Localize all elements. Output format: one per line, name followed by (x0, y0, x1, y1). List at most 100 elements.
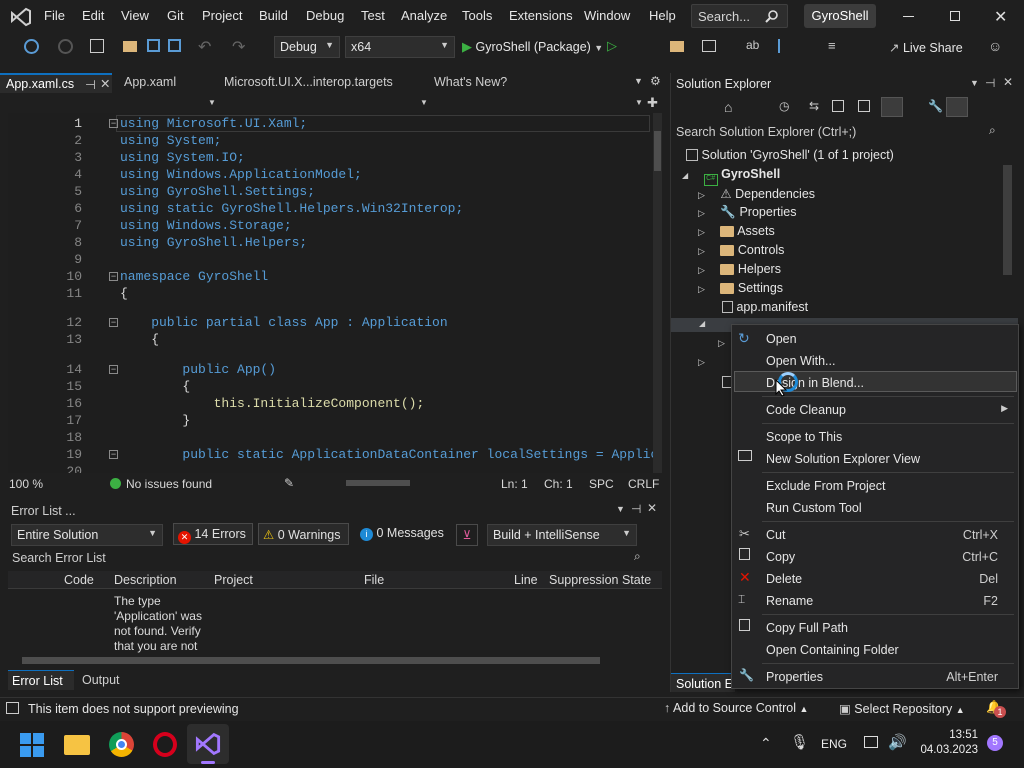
microphone-icon[interactable]: 🎙 (790, 733, 809, 751)
menu-item-scope-to-this[interactable]: Scope to This (766, 430, 842, 444)
folder-icon[interactable] (670, 41, 684, 52)
layout-icon[interactable] (702, 40, 716, 52)
format-icon[interactable]: ab (746, 38, 759, 52)
menu-git[interactable]: Git (167, 8, 184, 23)
pin-icon[interactable]: ⊣ (985, 76, 995, 90)
error-search-input[interactable]: Search Error List ⌕ (8, 549, 662, 567)
fold-toggle-icon[interactable]: − (109, 318, 118, 327)
open-folder-icon[interactable] (123, 41, 137, 52)
tree-item-assets[interactable]: ▷ Assets (698, 224, 775, 238)
network-icon[interactable] (864, 736, 878, 748)
tree-item-controls[interactable]: ▷ Controls (698, 243, 784, 257)
menu-item-delete[interactable]: Delete (766, 572, 802, 586)
split-icon[interactable]: ✚ (647, 95, 658, 111)
tab-app-xaml-cs[interactable]: App.xaml.cs ⊣ ✕ (0, 73, 112, 93)
menu-debug[interactable]: Debug (306, 8, 344, 23)
preview-toggle-icon[interactable] (946, 97, 968, 117)
new-project-icon[interactable] (90, 39, 104, 53)
windows-start-icon[interactable] (20, 733, 44, 757)
volume-icon[interactable]: 🔊 (888, 733, 907, 751)
whitespace-indicator[interactable]: SPC (589, 477, 614, 491)
menu-item-copy[interactable]: Copy (766, 550, 795, 564)
code-editor[interactable]: 1 2 3 4 5 6 7 8 9 10 11 12 13 14 15 16 1… (8, 113, 662, 473)
panel-menu-icon[interactable]: ▼ (970, 78, 979, 88)
notification-badge[interactable]: 5 (987, 735, 1003, 751)
close-tab-icon[interactable]: ✕ (100, 76, 110, 91)
column-code[interactable]: Code (64, 573, 94, 587)
panel-menu-icon[interactable]: ▼ (616, 504, 625, 514)
issues-status[interactable]: No issues found (126, 477, 212, 491)
menu-item-properties[interactable]: Properties (766, 670, 823, 684)
redo-icon[interactable]: ↷ (232, 37, 245, 57)
notifications-button[interactable]: 🔔 1 (986, 700, 1006, 718)
project-node[interactable]: ◢ C# GyroShell (682, 167, 780, 186)
language-indicator[interactable]: ENG (821, 737, 847, 751)
column-file[interactable]: File (364, 573, 384, 587)
type-dropdown[interactable]: ▼ (208, 98, 216, 107)
tab-error-list[interactable]: Error List ... (8, 670, 74, 702)
menu-item-rename[interactable]: Rename (766, 594, 813, 608)
add-to-source-control-button[interactable]: ↑ Add to Source Control ▲ (664, 701, 808, 715)
vertical-scrollbar[interactable] (653, 113, 662, 473)
messages-filter-button[interactable]: i 0 Messages (360, 526, 444, 541)
solution-search-input[interactable]: Search Solution Explorer (Ctrl+;) ⌕ (671, 122, 1019, 142)
run-button[interactable]: ▶ GyroShell (Package) ▼ (462, 39, 607, 59)
menu-item-open-containing-folder[interactable]: Open Containing Folder (766, 643, 899, 657)
zoom-level[interactable]: 100 % (9, 477, 43, 491)
maximize-icon[interactable] (950, 11, 960, 21)
clock[interactable]: 13:51 04.03.2023 (918, 728, 978, 758)
start-without-debugging-icon[interactable]: ▷ (607, 38, 617, 54)
collapsed-arrow-icon[interactable]: ▷ (718, 338, 725, 349)
menu-edit[interactable]: Edit (82, 8, 104, 23)
warnings-filter-button[interactable]: ⚠ 0 Warnings (258, 523, 349, 545)
filter-icon[interactable]: ⊻ (456, 524, 478, 546)
tab-output[interactable]: Output (82, 673, 120, 687)
configuration-select[interactable]: Debug ▼ (274, 36, 340, 58)
close-panel-icon[interactable]: ✕ (647, 501, 657, 515)
build-filter-select[interactable]: Build + IntelliSense ▼ (487, 524, 637, 546)
forward-icon[interactable] (58, 39, 73, 54)
select-repository-button[interactable]: ▣ Select Repository ▲ (839, 701, 965, 716)
show-all-files-icon[interactable] (858, 100, 870, 112)
pin-icon[interactable]: ⊣ (85, 77, 96, 92)
brush-icon[interactable]: ✎ (284, 476, 294, 490)
error-description-cell[interactable]: The type 'Application' was not found. Ve… (114, 594, 214, 654)
comment-icon[interactable]: ≡ (828, 38, 836, 53)
menu-item-exclude-from-project[interactable]: Exclude From Project (766, 479, 885, 493)
menu-item-new-solution-explorer-view[interactable]: New Solution Explorer View (766, 452, 920, 466)
menu-item-cut[interactable]: Cut (766, 528, 785, 542)
align-icon[interactable] (778, 39, 790, 53)
file-explorer-icon[interactable] (64, 735, 90, 755)
menu-window[interactable]: Window (584, 8, 630, 23)
tree-item-settings[interactable]: ▷ Settings (698, 281, 783, 295)
undo-icon[interactable]: ↶ (198, 37, 211, 57)
live-share-button[interactable]: ↗ Live Share (889, 40, 963, 55)
tree-item-app-manifest[interactable]: app.manifest (722, 300, 808, 314)
menu-extensions[interactable]: Extensions (509, 8, 573, 23)
tree-item-dependencies[interactable]: ▷ ⚠ Dependencies (698, 186, 815, 201)
column-description[interactable]: Description (114, 573, 177, 587)
filter-toggle-icon[interactable] (881, 97, 903, 117)
settings-icon[interactable]: ⚙ (650, 74, 661, 88)
tab-app-xaml[interactable]: App.xaml (118, 73, 182, 93)
menu-help[interactable]: Help (649, 8, 676, 23)
fold-toggle-icon[interactable]: − (109, 272, 118, 281)
search-input[interactable]: Search... (691, 4, 788, 28)
horizontal-scrollbar-thumb[interactable] (346, 480, 410, 486)
properties-icon[interactable]: 🔧 (928, 99, 943, 113)
vertical-scrollbar[interactable] (1003, 165, 1012, 275)
fold-toggle-icon[interactable]: − (109, 450, 118, 459)
column-project[interactable]: Project (214, 573, 253, 587)
visual-studio-logo-icon[interactable] (10, 7, 32, 27)
close-panel-icon[interactable]: ✕ (1003, 75, 1013, 89)
close-icon[interactable]: ✕ (994, 7, 1007, 27)
symbol-dropdown[interactable]: ▼ (635, 98, 643, 107)
horizontal-scrollbar-thumb[interactable] (22, 657, 600, 664)
line-ending-indicator[interactable]: CRLF (628, 477, 659, 491)
solution-node[interactable]: Solution 'GyroShell' (1 of 1 project) (686, 148, 894, 162)
tab-whats-new[interactable]: What's New? (428, 73, 513, 93)
back-icon[interactable] (24, 39, 39, 54)
menu-item-run-custom-tool[interactable]: Run Custom Tool (766, 501, 862, 515)
tab-overflow-icon[interactable]: ▼ (634, 76, 643, 86)
tab-targets[interactable]: Microsoft.UI.X...interop.targets (218, 73, 399, 93)
